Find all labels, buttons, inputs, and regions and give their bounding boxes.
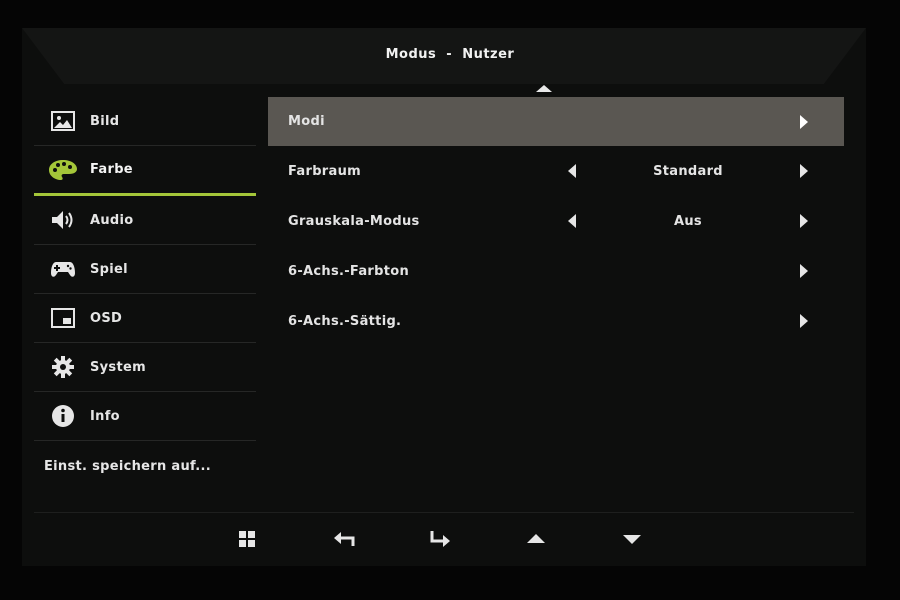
sidebar-item-label: Bild (90, 113, 120, 129)
arrow-right-icon[interactable] (800, 164, 808, 178)
setting-value: Aus (674, 213, 702, 229)
menu-grid-icon[interactable] (230, 522, 264, 556)
osd-window-icon (48, 305, 78, 331)
setting-row-grauskala[interactable]: Grauskala-Modus Aus (268, 196, 844, 246)
enter-icon[interactable] (423, 522, 457, 556)
info-icon (48, 403, 78, 429)
sidebar-item-label: Spiel (90, 261, 128, 277)
scroll-up-icon[interactable] (536, 85, 552, 92)
sidebar-item-label: Info (90, 408, 120, 424)
sidebar-item-spiel[interactable]: Spiel (34, 245, 256, 294)
footer-divider (34, 512, 854, 513)
setting-row-saettigung[interactable]: 6-Achs.-Sättig. (268, 296, 844, 346)
arrow-right-icon[interactable] (800, 314, 808, 328)
title-separator: - (446, 47, 453, 62)
setting-label: Modi (288, 114, 325, 129)
arrow-right-icon[interactable] (800, 114, 808, 129)
setting-value: Standard (653, 163, 723, 179)
arrow-right-icon[interactable] (800, 214, 808, 228)
sidebar-item-label: Audio (90, 212, 134, 228)
setting-row-farbton[interactable]: 6-Achs.-Farbton (268, 246, 844, 296)
save-settings-item[interactable]: Einst. speichern auf... (34, 441, 256, 491)
arrow-left-icon[interactable] (568, 214, 576, 228)
gamepad-icon (48, 256, 78, 282)
back-icon[interactable] (327, 522, 361, 556)
arrow-left-icon[interactable] (568, 164, 576, 178)
footer-nav (0, 522, 900, 556)
sidebar-item-bild[interactable]: Bild (34, 97, 256, 146)
sidebar-item-audio[interactable]: Audio (34, 196, 256, 245)
settings-list: Modi Farbraum Standard Grauskala-Modus A… (268, 97, 844, 346)
page-title: Modus - Nutzer (0, 47, 900, 62)
setting-row-modi[interactable]: Modi (268, 97, 844, 146)
sidebar-item-info[interactable]: Info (34, 392, 256, 441)
sidebar-item-farbe[interactable]: Farbe (34, 146, 256, 196)
up-arrow-icon[interactable] (519, 522, 553, 556)
setting-row-farbraum[interactable]: Farbraum Standard (268, 146, 844, 196)
speaker-icon (48, 207, 78, 233)
setting-label: 6-Achs.-Sättig. (288, 313, 402, 329)
setting-label: 6-Achs.-Farbton (288, 263, 410, 279)
sidebar-item-label: OSD (90, 310, 123, 326)
setting-label: Farbraum (288, 163, 361, 179)
sidebar-item-system[interactable]: System (34, 343, 256, 392)
title-mode: Modus (385, 47, 437, 62)
sidebar-item-osd[interactable]: OSD (34, 294, 256, 343)
sidebar: Bild Farbe Audio Spiel OSD System Info E… (34, 97, 256, 491)
title-value: Nutzer (462, 47, 515, 62)
sidebar-item-label: System (90, 359, 146, 375)
setting-label: Grauskala-Modus (288, 213, 420, 229)
arrow-right-icon[interactable] (800, 264, 808, 278)
down-arrow-icon[interactable] (615, 522, 649, 556)
palette-icon (48, 157, 78, 183)
gear-icon (48, 354, 78, 380)
picture-icon (48, 108, 78, 134)
sidebar-item-label: Farbe (90, 162, 133, 177)
